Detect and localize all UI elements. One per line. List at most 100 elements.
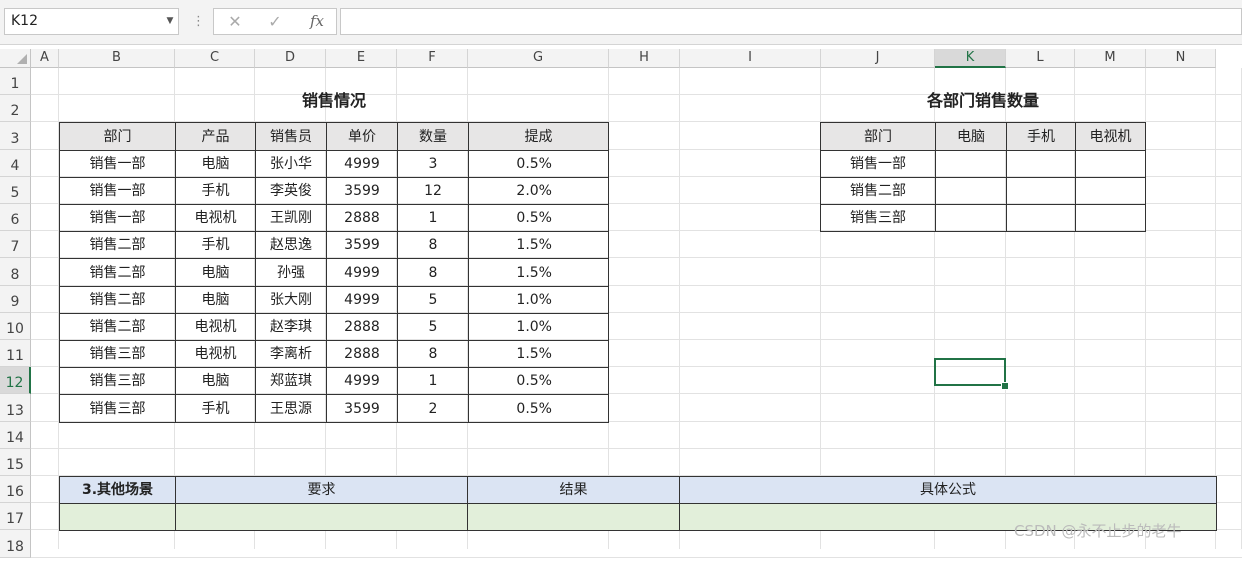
sales-data-cell: 1.5% (468, 258, 609, 287)
summary-data-cell (935, 204, 1007, 232)
sales-data-cell: 电视机 (175, 340, 256, 368)
summary-table-title: 各部门销售数量 (926, 91, 1039, 110)
scenario-header-cell: 3.其他场景 (59, 476, 176, 504)
sales-data-cell: 1.5% (468, 340, 609, 368)
sales-data-cell: 4999 (326, 258, 398, 287)
row-header-16[interactable]: 16 (0, 476, 31, 503)
sales-data-cell: 0.5% (468, 394, 609, 423)
row-header-4[interactable]: 4 (0, 150, 31, 177)
insert-function-icon[interactable]: fx (304, 9, 330, 34)
summary-data-cell (935, 177, 1007, 205)
sales-header-cell: 单价 (326, 122, 398, 151)
row-header-2[interactable]: 2 (0, 95, 31, 122)
row-header-13[interactable]: 13 (0, 394, 31, 422)
row-header-7[interactable]: 7 (0, 231, 31, 258)
summary-header-cell: 电视机 (1075, 122, 1146, 151)
sales-data-cell: 手机 (175, 394, 256, 423)
summary-header-cell: 手机 (1006, 122, 1076, 151)
sales-data-cell: 王思源 (255, 394, 327, 423)
row-header-15[interactable]: 15 (0, 449, 31, 476)
column-header-c[interactable]: C (175, 49, 255, 68)
row-header-8[interactable]: 8 (0, 258, 31, 286)
sales-data-cell: 4999 (326, 150, 398, 178)
select-all-corner[interactable] (0, 49, 31, 68)
sales-data-cell: 0.5% (468, 204, 609, 232)
row-header-11[interactable]: 11 (0, 340, 31, 367)
column-header-i[interactable]: I (680, 49, 821, 68)
column-header-d[interactable]: D (255, 49, 326, 68)
row-header-14[interactable]: 14 (0, 422, 31, 449)
watermark: CSDN @永不止步的老牛 (1014, 522, 1182, 540)
sales-data-cell: 郑蓝琪 (255, 367, 327, 395)
row-header-17[interactable]: 17 (0, 503, 31, 530)
sales-data-cell: 2888 (326, 313, 398, 341)
scenario-data-cell (59, 503, 176, 531)
sales-data-cell: 2888 (326, 340, 398, 368)
row-header-1[interactable]: 1 (0, 68, 31, 95)
sales-header-cell: 数量 (397, 122, 469, 151)
sales-header-cell: 部门 (59, 122, 176, 151)
row-header-3[interactable]: 3 (0, 122, 31, 150)
scenario-data-cell (175, 503, 468, 531)
column-header-g[interactable]: G (468, 49, 609, 68)
row-header-5[interactable]: 5 (0, 177, 31, 204)
column-header-n[interactable]: N (1146, 49, 1216, 68)
summary-data-cell (1075, 150, 1146, 178)
row-header-18[interactable]: 18 (0, 530, 31, 558)
column-header-f[interactable]: F (397, 49, 468, 68)
column-header-j[interactable]: J (821, 49, 935, 68)
sales-header-cell: 销售员 (255, 122, 327, 151)
sales-header-cell: 提成 (468, 122, 609, 151)
scenario-header-cell: 要求 (175, 476, 468, 504)
column-header-m[interactable]: M (1075, 49, 1146, 68)
sales-data-cell: 3 (397, 150, 469, 178)
summary-data-cell: 销售三部 (820, 204, 936, 232)
sales-data-cell: 电脑 (175, 150, 256, 178)
confirm-icon[interactable]: ✓ (262, 9, 288, 34)
row-header-12[interactable]: 12 (0, 367, 31, 394)
sales-table-title: 销售情况 (301, 91, 366, 110)
summary-data-cell: 销售一部 (820, 150, 936, 178)
column-header-a[interactable]: A (31, 49, 59, 68)
sales-data-cell: 8 (397, 231, 469, 259)
sales-data-cell: 1 (397, 204, 469, 232)
sales-data-cell: 销售二部 (59, 286, 176, 314)
formula-input[interactable] (340, 8, 1242, 35)
sales-data-cell: 销售一部 (59, 150, 176, 178)
sales-data-cell: 2.0% (468, 177, 609, 205)
sales-data-cell: 张小华 (255, 150, 327, 178)
sales-data-cell: 赵李琪 (255, 313, 327, 341)
sales-data-cell: 销售二部 (59, 313, 176, 341)
sales-data-cell: 手机 (175, 177, 256, 205)
column-header-l[interactable]: L (1006, 49, 1075, 68)
fill-handle[interactable] (1001, 382, 1009, 390)
row-header-6[interactable]: 6 (0, 204, 31, 231)
sales-data-cell: 3599 (326, 231, 398, 259)
summary-data-cell (935, 150, 1007, 178)
sales-data-cell: 张大刚 (255, 286, 327, 314)
summary-data-cell: 销售二部 (820, 177, 936, 205)
column-header-e[interactable]: E (326, 49, 397, 68)
column-header-k[interactable]: K (935, 49, 1006, 68)
selected-cell[interactable] (934, 358, 1006, 386)
sales-data-cell: 2 (397, 394, 469, 423)
sales-data-cell: 销售二部 (59, 231, 176, 259)
cancel-icon[interactable]: ✕ (222, 9, 248, 34)
sales-data-cell: 0.5% (468, 150, 609, 178)
row-header-10[interactable]: 10 (0, 313, 31, 340)
column-header-b[interactable]: B (59, 49, 175, 68)
row-header-9[interactable]: 9 (0, 286, 31, 313)
sales-data-cell: 电脑 (175, 367, 256, 395)
sales-data-cell: 1.0% (468, 313, 609, 341)
sales-data-cell: 2888 (326, 204, 398, 232)
chevron-down-icon[interactable]: ▼ (162, 8, 178, 35)
column-header-h[interactable]: H (609, 49, 680, 68)
sales-data-cell: 电视机 (175, 204, 256, 232)
summary-data-cell (1006, 150, 1076, 178)
name-box[interactable]: K12 (4, 8, 179, 35)
sales-data-cell: 4999 (326, 367, 398, 395)
summary-data-cell (1075, 204, 1146, 232)
sales-data-cell: 王凯刚 (255, 204, 327, 232)
scenario-data-cell (467, 503, 680, 531)
scenario-header-cell: 具体公式 (679, 476, 1217, 504)
